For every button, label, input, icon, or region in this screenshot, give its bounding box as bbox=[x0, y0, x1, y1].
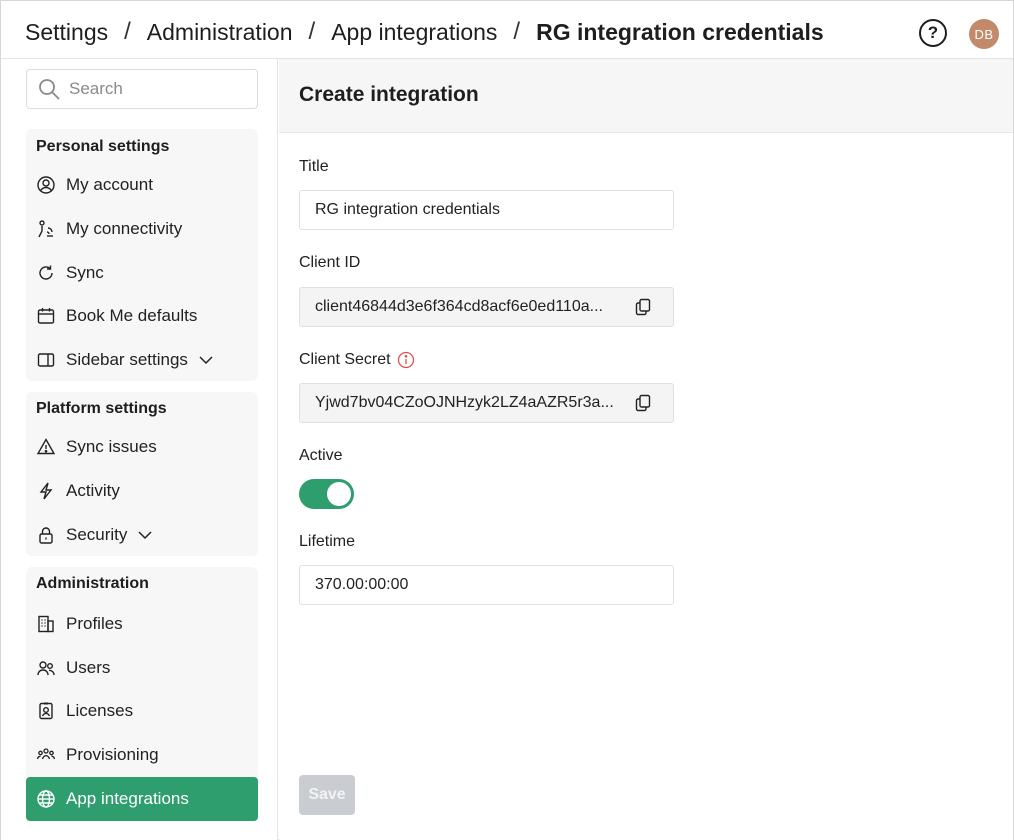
client-id-value: client46844d3e6f364cd8acf6e0ed110a... bbox=[315, 298, 603, 315]
sidebar-item-sync[interactable]: Sync bbox=[26, 253, 258, 293]
sidebar-item-security[interactable]: Security bbox=[26, 515, 258, 555]
chevron-down-icon[interactable] bbox=[137, 527, 153, 543]
breadcrumb-separator: / bbox=[513, 18, 521, 45]
lifetime-label: Lifetime bbox=[299, 533, 356, 550]
sidebar-item-label: Profiles bbox=[66, 614, 123, 633]
sidebar-item-book-me-defaults[interactable]: Book Me defaults bbox=[26, 296, 258, 336]
connectivity-icon bbox=[36, 219, 56, 239]
sidebar-item-label: Provisioning bbox=[66, 745, 159, 764]
user-circle-icon bbox=[36, 175, 56, 195]
group-icon bbox=[36, 745, 56, 765]
sidebar-item-provisioning[interactable]: Provisioning bbox=[26, 735, 258, 775]
warning-icon bbox=[36, 437, 56, 457]
breadcrumb-app-integrations[interactable]: App integrations bbox=[331, 19, 497, 46]
page-title: Create integration bbox=[299, 83, 479, 106]
breadcrumb-current: RG integration credentials bbox=[536, 18, 824, 45]
client-id-field: client46844d3e6f364cd8acf6e0ed110a... bbox=[299, 287, 674, 327]
users-icon bbox=[36, 658, 56, 678]
search-input[interactable] bbox=[69, 79, 239, 99]
avatar[interactable]: DB bbox=[969, 19, 999, 49]
sidebar-item-label: Sync issues bbox=[66, 437, 157, 456]
breadcrumb-settings[interactable]: Settings bbox=[25, 19, 108, 46]
client-secret-label: Client Secret bbox=[299, 351, 415, 369]
breadcrumb-separator: / bbox=[308, 18, 316, 45]
title-label: Title bbox=[299, 158, 329, 175]
copy-icon[interactable] bbox=[633, 297, 653, 317]
group-title: Personal settings bbox=[36, 138, 170, 155]
calendar-icon bbox=[36, 306, 56, 326]
sidebar-item-activity[interactable]: Activity bbox=[26, 471, 258, 511]
sidebar-item-sidebar-settings[interactable]: Sidebar settings bbox=[26, 340, 258, 380]
sidebar-item-label: App integrations bbox=[66, 789, 189, 808]
client-secret-label-text: Client Secret bbox=[299, 351, 391, 368]
sync-icon bbox=[36, 263, 56, 283]
sidebar-item-label: Users bbox=[66, 658, 111, 677]
active-label: Active bbox=[299, 447, 343, 464]
platform-settings-group: Platform settings Sync issues Activity S… bbox=[26, 392, 258, 556]
client-secret-field: Yjwd7bv04CZoOJNHzyk2LZ4aAZR5r3a... bbox=[299, 383, 674, 423]
lightning-icon bbox=[36, 481, 56, 501]
breadcrumb-separator: / bbox=[124, 18, 131, 45]
sidebar-item-my-account[interactable]: My account bbox=[26, 165, 258, 205]
group-title: Platform settings bbox=[36, 400, 167, 417]
sidebar-item-label: Sidebar settings bbox=[66, 350, 188, 369]
sidebar-item-app-integrations[interactable]: App integrations bbox=[26, 777, 258, 821]
sidebar-item-label: My account bbox=[66, 175, 153, 194]
top-header: Settings / Administration / App integrat… bbox=[1, 1, 1013, 59]
breadcrumb: Settings / Administration / App integrat… bbox=[25, 15, 824, 49]
globe-icon bbox=[36, 789, 56, 809]
lock-icon bbox=[36, 525, 56, 545]
active-toggle[interactable] bbox=[299, 479, 354, 509]
info-icon[interactable] bbox=[397, 351, 415, 369]
sidebar-item-licenses[interactable]: Licenses bbox=[26, 691, 258, 731]
lifetime-field[interactable]: 370.00:00:00 bbox=[299, 565, 674, 605]
sidebar-item-label: Activity bbox=[66, 481, 120, 500]
sidebar-item-label: Sync bbox=[66, 263, 104, 282]
sidebar-item-profiles[interactable]: Profiles bbox=[26, 604, 258, 644]
lifetime-value: 370.00:00:00 bbox=[315, 576, 409, 593]
license-badge-icon bbox=[36, 701, 56, 721]
administration-group: Administration Profiles Users Licenses P… bbox=[26, 567, 258, 821]
title-field[interactable]: RG integration credentials bbox=[299, 190, 674, 230]
search-box[interactable] bbox=[26, 69, 258, 109]
copy-icon[interactable] bbox=[633, 393, 653, 413]
app-window: Settings / Administration / App integrat… bbox=[0, 0, 1014, 840]
sidebar-icon bbox=[36, 350, 56, 370]
sidebar-item-label: My connectivity bbox=[66, 219, 183, 238]
breadcrumb-administration[interactable]: Administration bbox=[147, 19, 293, 46]
personal-settings-group: Personal settings My account My connecti… bbox=[26, 129, 258, 381]
main-content: Create integration Title RG integration … bbox=[279, 59, 1013, 840]
sidebar-item-my-connectivity[interactable]: My connectivity bbox=[26, 209, 258, 249]
client-id-label: Client ID bbox=[299, 254, 361, 271]
sidebar: Personal settings My account My connecti… bbox=[1, 59, 278, 840]
sidebar-item-label: Security bbox=[66, 525, 128, 544]
form-header: Create integration bbox=[279, 59, 1013, 133]
client-secret-value: Yjwd7bv04CZoOJNHzyk2LZ4aAZR5r3a... bbox=[315, 394, 614, 411]
chevron-down-icon[interactable] bbox=[198, 352, 214, 368]
sidebar-item-label: Licenses bbox=[66, 701, 134, 720]
help-circle-icon[interactable]: ? bbox=[919, 19, 947, 47]
save-button[interactable]: Save bbox=[299, 775, 355, 815]
title-value: RG integration credentials bbox=[315, 201, 500, 218]
sidebar-item-label: Book Me defaults bbox=[66, 306, 198, 325]
group-title: Administration bbox=[36, 575, 149, 592]
search-icon bbox=[39, 79, 60, 100]
sidebar-item-users[interactable]: Users bbox=[26, 648, 258, 688]
building-icon bbox=[36, 614, 56, 634]
sidebar-item-sync-issues[interactable]: Sync issues bbox=[26, 427, 258, 467]
toggle-knob bbox=[327, 482, 351, 506]
